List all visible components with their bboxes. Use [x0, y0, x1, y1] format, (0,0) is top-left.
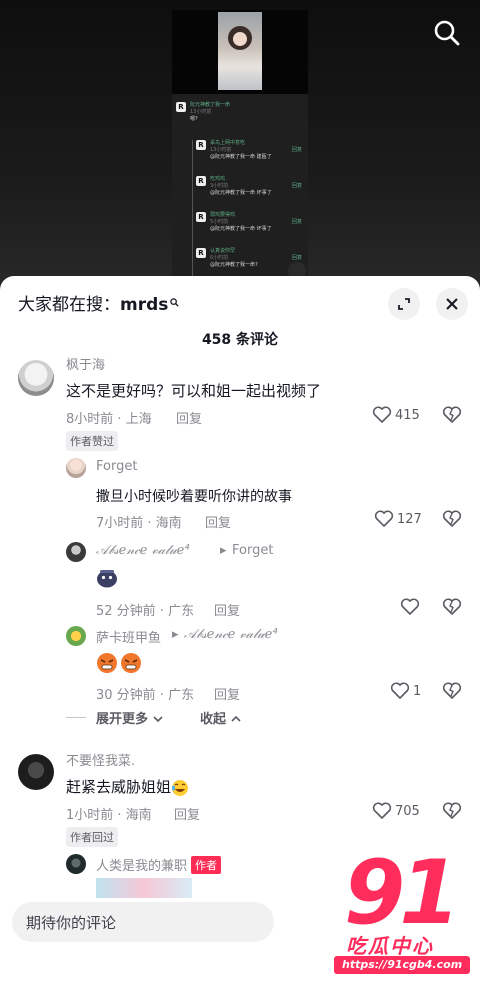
like-button[interactable]: 127	[374, 510, 422, 528]
angry-emoji-icon	[97, 653, 141, 673]
dislike-button[interactable]	[442, 802, 462, 824]
avatar[interactable]	[18, 360, 54, 396]
comment-input[interactable]: 期待你的评论	[12, 902, 274, 942]
like-count: 127	[397, 511, 422, 527]
close-icon	[446, 298, 458, 310]
comment-username[interactable]: 不要怪我菜.	[66, 750, 135, 769]
divider	[66, 717, 86, 718]
comment-text: 这不是更好吗？可以和姐一起出视频了	[66, 382, 322, 400]
reply-button[interactable]: 回复	[176, 408, 202, 427]
comment-count-title: 458 条评论	[201, 332, 279, 348]
expand-button[interactable]	[388, 288, 420, 320]
search-icon	[170, 298, 179, 307]
expand-icon	[398, 298, 410, 310]
avatar[interactable]	[66, 626, 86, 646]
avatar[interactable]	[66, 458, 86, 478]
reply-arrow: ▸	[220, 543, 227, 558]
dislike-heart-icon	[442, 510, 462, 527]
embedded-screenshot: R 阮元神教了我一命 13小时前 嗯? R 采鸟上网中意吃 13小时前 @阮元神…	[172, 10, 308, 290]
avatar[interactable]	[66, 542, 86, 562]
comment-meta: 8小时前 · 上海	[66, 412, 152, 427]
embedded-photo	[218, 12, 262, 90]
comment-meta: 1小时前 · 海南	[66, 808, 152, 823]
dislike-button[interactable]	[442, 598, 462, 620]
embedded-video-thumb	[172, 10, 308, 94]
reply-to-username[interactable]: Forget	[232, 543, 273, 558]
like-count: 1	[413, 683, 422, 699]
heart-icon	[390, 682, 410, 699]
reply-meta: 7小时前 · 海南	[96, 516, 182, 531]
reply-to-username[interactable]: 𝒜𝒷𝓈ℯ𝓃𝒸ℯ 𝓋𝒶𝓁𝓊ℯ⁴	[184, 627, 278, 642]
watermark-number: 91	[344, 841, 460, 944]
dislike-button[interactable]	[442, 510, 462, 532]
dislike-heart-icon	[442, 802, 462, 819]
reply-meta: 30 分钟前 · 广东	[96, 688, 195, 703]
author-liked-badge: 作者赞过	[66, 431, 118, 451]
heart-icon	[372, 406, 392, 423]
like-count: 415	[395, 407, 420, 423]
watermark-logo: 91 吃瓜中心 https://91cgb4.com	[318, 848, 474, 980]
dislike-button[interactable]	[442, 682, 462, 704]
close-button[interactable]	[436, 288, 468, 320]
reply-arrow: ▸	[172, 627, 179, 642]
watermark-url: https://91cgb4.com	[334, 956, 471, 974]
reply-meta: 52 分钟前 · 广东	[96, 604, 195, 619]
like-button[interactable]: 1	[390, 682, 421, 700]
watermark-chinese: 吃瓜中心	[346, 934, 434, 958]
dislike-heart-icon	[442, 682, 462, 699]
reply-username[interactable]: Forget	[96, 459, 137, 474]
comment-username[interactable]: 枫于海	[66, 354, 105, 373]
avatar[interactable]	[66, 854, 86, 874]
reply-button[interactable]: 回复	[214, 684, 240, 703]
reply-button[interactable]: 回复	[174, 804, 200, 823]
author-tag: 作者	[191, 856, 222, 874]
hot-search-link[interactable]: 大家都在搜：mrds	[18, 290, 179, 315]
search-button[interactable]	[432, 18, 462, 48]
author-replied-badge: 作者回过	[66, 827, 118, 847]
reply-text: 撒旦小时候吵着要听你讲的故事	[96, 489, 292, 505]
heart-icon	[374, 510, 394, 527]
hot-search-keyword: mrds	[120, 295, 169, 315]
laughing-crying-emoji-icon	[171, 779, 189, 796]
collapse-button[interactable]: 收起	[200, 708, 241, 727]
like-button[interactable]	[400, 598, 423, 616]
search-icon	[434, 20, 460, 46]
like-button[interactable]: 705	[372, 802, 420, 820]
reply-username[interactable]: 𝒜𝒷𝓈ℯ𝓃𝒸ℯ 𝓋𝒶𝓁𝓊ℯ⁴	[96, 543, 190, 558]
video-area[interactable]: R 阮元神教了我一命 13小时前 嗯? R 采鸟上网中意吃 13小时前 @阮元神…	[0, 0, 480, 300]
like-count: 705	[395, 803, 420, 819]
dislike-heart-icon	[442, 406, 462, 423]
dislike-heart-icon	[442, 598, 462, 615]
sheet-header: 大家都在搜：mrds	[0, 276, 480, 332]
like-button[interactable]: 415	[372, 406, 420, 424]
avatar[interactable]	[18, 754, 54, 790]
heart-icon	[400, 598, 420, 615]
expand-more-button[interactable]: 展开更多	[96, 708, 163, 727]
heart-icon	[372, 802, 392, 819]
reply-username[interactable]: 人类是我的兼职 作者	[96, 855, 222, 874]
reply-image-thumbnail[interactable]	[96, 878, 192, 898]
dislike-button[interactable]	[442, 406, 462, 428]
emoji-sticker-icon	[97, 570, 117, 588]
reply-username[interactable]: 萨卡班甲鱼	[96, 627, 161, 646]
reply-button[interactable]: 回复	[205, 512, 231, 531]
chevron-up-icon	[230, 715, 241, 722]
replies-control-row: 展开更多 收起	[66, 708, 366, 728]
comment-text: 赶紧去威胁姐姐	[66, 776, 189, 797]
reply-button[interactable]: 回复	[214, 600, 240, 619]
chevron-down-icon	[152, 716, 163, 723]
